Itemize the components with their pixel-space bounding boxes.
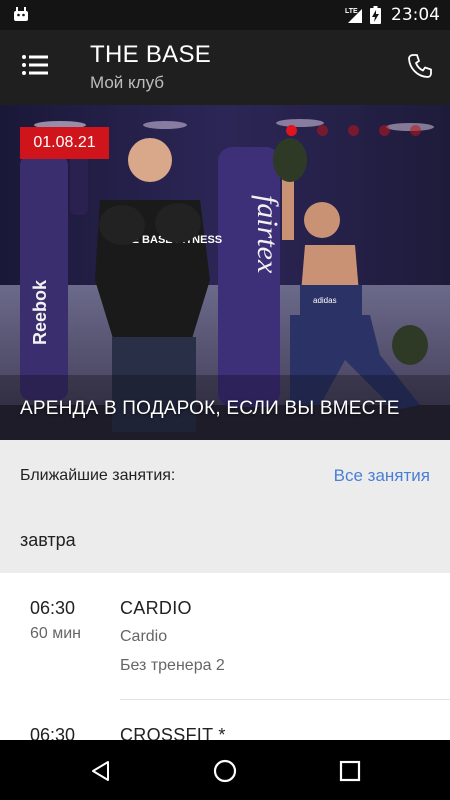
clock: 23:04 [391,5,440,25]
banner-date-badge: 01.08.21 [20,127,109,159]
app-subtitle: Мой клуб [90,73,165,92]
upcoming-section: Ближайшие занятия: Все занятия завтра [0,440,450,573]
list-item[interactable]: 06:30 60 мин CARDIO Cardio Без тренера 2 [0,573,450,700]
promo-banner[interactable]: Reebok fairtex THE BASE FITNESS adidas 0… [0,105,450,440]
class-name: CROSSFIT * [120,725,226,740]
top-brand: adidas [313,296,337,305]
carousel-dot[interactable] [286,125,297,136]
carousel-dot[interactable] [379,125,390,136]
android-icon [14,7,28,21]
network-label: LTE [345,8,358,15]
carousel-indicators [286,125,421,136]
back-icon[interactable] [88,758,114,784]
menu-icon[interactable] [22,54,48,76]
carousel-dot[interactable] [410,125,421,136]
list-item[interactable]: 06:30 CROSSFIT * [0,700,450,740]
recents-icon[interactable] [337,758,363,784]
class-time: 06:30 [30,725,76,740]
all-classes-link[interactable]: Все занятия [334,466,430,486]
carousel-dot[interactable] [348,125,359,136]
app-title: THE BASE [90,41,212,68]
bag-brand-right: fairtex [251,195,284,274]
bag-brand-left: Reebok [30,279,50,345]
upcoming-label: Ближайшие занятия: [20,467,176,484]
class-list: 06:30 60 мин CARDIO Cardio Без тренера 2… [0,573,450,740]
class-trainer: Без тренера 2 [120,657,225,674]
home-icon[interactable] [212,758,238,784]
phone-icon[interactable] [406,52,434,80]
class-name: CARDIO [120,598,192,618]
status-bar: LTE 23:04 [0,0,450,30]
class-time: 06:30 [30,598,76,618]
navigation-bar [0,740,450,800]
signal-icon: LTE [345,8,362,23]
class-duration: 60 мин [30,625,82,642]
app-bar: THE BASE Мой клуб [0,30,450,105]
day-label: завтра [20,530,76,550]
banner-title: АРЕНДА В ПОДАРОК, ЕСЛИ ВЫ ВМЕСТЕ [20,398,400,419]
carousel-dot[interactable] [317,125,328,136]
battery-charging-icon [370,6,381,24]
class-type: Cardio [120,628,168,645]
